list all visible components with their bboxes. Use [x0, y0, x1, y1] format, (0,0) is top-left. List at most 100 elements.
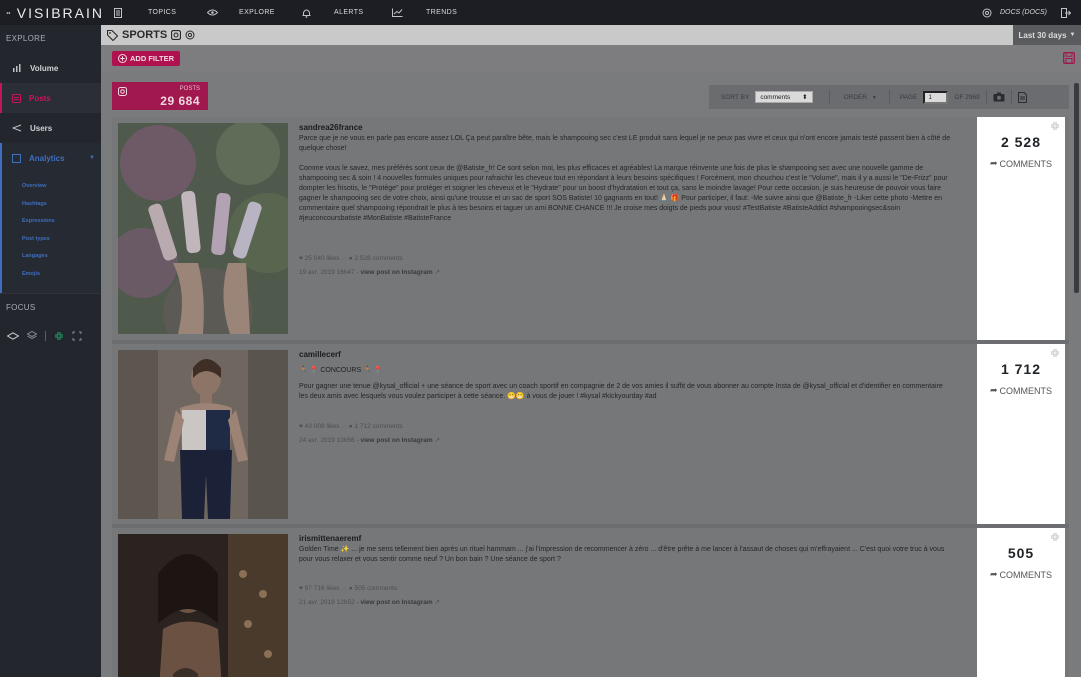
- comment-icon: ●: [348, 423, 353, 430]
- sort-value: comments: [760, 94, 791, 101]
- posts-label: POSTS: [179, 86, 200, 92]
- caret-down-icon: ▼: [89, 155, 95, 161]
- nav-explore-label[interactable]: EXPLORE: [232, 0, 296, 25]
- post-date-line: 24 avr. 2019 10h56 - view post on Instag…: [299, 437, 440, 444]
- post-username[interactable]: sandrea26france: [299, 123, 363, 132]
- external-link-icon: ↗: [434, 599, 440, 606]
- stat-label: COMMENTS: [999, 569, 1053, 580]
- divider: [828, 90, 830, 104]
- docs-account[interactable]: DOCS (DOCS): [1000, 9, 1047, 16]
- export-document-icon[interactable]: [1017, 91, 1027, 103]
- focus-tools: [0, 321, 101, 351]
- settings-icon[interactable]: [982, 8, 992, 18]
- divider: [888, 90, 890, 104]
- sidebar-item-posts[interactable]: Posts: [0, 83, 101, 113]
- filter-row: ADD FILTER: [101, 45, 1081, 71]
- post-image[interactable]: [118, 123, 288, 334]
- nav-alerts[interactable]: [296, 0, 316, 25]
- submenu-hashtags[interactable]: Hashtags: [22, 196, 101, 214]
- stat-label-row: ➦ COMMENTS: [977, 158, 1065, 169]
- post-date: 19 avr. 2019 16h47: [299, 269, 355, 276]
- nav-alerts-label[interactable]: ALERTS: [316, 0, 374, 25]
- sidebar-item-users[interactable]: Users: [0, 113, 101, 143]
- nav-topics-label[interactable]: TOPICS: [132, 0, 192, 25]
- sort-select[interactable]: comments ⬍: [755, 91, 813, 103]
- submenu-emojis[interactable]: Emojis: [22, 266, 101, 284]
- sidebar-item-label: Analytics: [29, 153, 65, 163]
- post-meta: ♥ 43 008 likes · ● 1 712 comments 24 avr…: [299, 420, 440, 448]
- stat-label: COMMENTS: [999, 385, 1053, 396]
- nav-trends-label[interactable]: TRENDS: [420, 0, 480, 25]
- scrollbar[interactable]: [1074, 83, 1079, 293]
- external-link-icon: ↗: [434, 437, 440, 444]
- select-arrows-icon: ⬍: [802, 94, 808, 101]
- posts-value: 29 684: [160, 94, 200, 108]
- post-image[interactable]: [118, 534, 288, 677]
- view-post-link[interactable]: view post on Instagram: [360, 437, 432, 444]
- post-image[interactable]: [118, 350, 288, 519]
- stat-value: 2 528: [1000, 134, 1042, 150]
- sidebar: EXPLORE Volume Posts Users Analytics ▼ O…: [0, 25, 101, 677]
- submenu-post-types[interactable]: Post types: [22, 231, 101, 249]
- sidebar-item-analytics[interactable]: Analytics ▼: [0, 143, 101, 173]
- nav-trends[interactable]: [374, 0, 420, 25]
- view-post-link[interactable]: view post on Instagram: [360, 599, 432, 606]
- expand-icon[interactable]: [72, 331, 82, 341]
- comments-count: 2 528 comments: [354, 255, 403, 262]
- reply-arrow-icon: ➦: [989, 158, 998, 168]
- stat-label-row: ➦ COMMENTS: [977, 385, 1065, 396]
- submenu-langages[interactable]: Langages: [22, 248, 101, 266]
- post-meta: ♥ 97 716 likes · ● 505 comments 21 avr. …: [299, 582, 440, 610]
- order-label: ORDER: [843, 93, 868, 101]
- stat-panel: 2 528 ➦ COMMENTS: [977, 117, 1065, 340]
- view-post-link[interactable]: view post on Instagram: [360, 269, 432, 276]
- stat-panel: 505 ➦ COMMENTS: [977, 528, 1065, 677]
- post-text: Golden Time ✨ ... je me sens tellement b…: [299, 546, 945, 563]
- period-dropdown[interactable]: Last 30 days ▼: [1013, 25, 1081, 45]
- stat-panel: 1 712 ➦ COMMENTS: [977, 344, 1065, 524]
- page-input[interactable]: [923, 90, 949, 104]
- collapse-corners-icon[interactable]: [1051, 533, 1059, 541]
- posts-feed: sandrea26france Parce que je ne vous en …: [112, 117, 1069, 677]
- collapse-icon[interactable]: [54, 331, 64, 341]
- sidebar-item-label: Posts: [29, 93, 51, 103]
- collapse-corners-icon[interactable]: [1051, 349, 1059, 357]
- order-button[interactable]: ORDER ▼: [844, 94, 877, 101]
- posts-icon: [12, 93, 21, 103]
- collapse-corners-icon[interactable]: [1051, 122, 1059, 130]
- submenu-expressions[interactable]: Expressions: [22, 213, 101, 231]
- page-title: SPORTS: [122, 29, 168, 41]
- post-stats: ♥ 43 008 likes · ● 1 712 comments: [299, 423, 403, 430]
- add-filter-button[interactable]: ADD FILTER: [112, 50, 181, 66]
- divider: [985, 90, 987, 104]
- caret-down-icon: ▼: [871, 94, 877, 101]
- nav-topics[interactable]: [104, 0, 132, 25]
- focus-heading: FOCUS: [0, 293, 101, 321]
- analytics-icon: [12, 153, 21, 163]
- external-link-icon: ↗: [434, 269, 440, 276]
- comments-count: 505 comments: [354, 585, 398, 592]
- brand-logo[interactable]: VISIBRAIN: [0, 0, 104, 25]
- sidebar-item-volume[interactable]: Volume: [0, 53, 101, 83]
- post-date-line: 19 avr. 2019 16h47 - view post on Instag…: [299, 269, 440, 276]
- sidebar-item-label: Volume: [30, 63, 59, 73]
- nav-explore[interactable]: [192, 0, 232, 25]
- eye-outline-icon[interactable]: [7, 332, 19, 340]
- submenu-overview[interactable]: Overview: [22, 178, 101, 196]
- save-icon[interactable]: [1063, 52, 1075, 64]
- stat-value: 505: [1007, 545, 1035, 561]
- layers-icon[interactable]: [27, 331, 37, 341]
- post-username[interactable]: irismittenaeremf: [299, 534, 361, 543]
- gear-icon[interactable]: [185, 30, 195, 40]
- trend-chart-icon: [391, 8, 402, 17]
- top-navbar: VISIBRAIN TOPICS EXPLORE ALERTS TRENDS D…: [0, 0, 1081, 25]
- post-date: 21 avr. 2019 12h52: [299, 599, 355, 606]
- post-card: irismittenaeremf Golden Time ✨ ... je me…: [112, 528, 1069, 677]
- plus-circle-icon: [118, 53, 127, 63]
- logout-icon[interactable]: [1061, 7, 1071, 18]
- camera-icon[interactable]: [993, 92, 1005, 102]
- users-icon: [12, 124, 22, 132]
- divider: [1010, 90, 1012, 104]
- comment-icon: ●: [348, 255, 353, 262]
- post-username[interactable]: camillecerf: [299, 350, 341, 359]
